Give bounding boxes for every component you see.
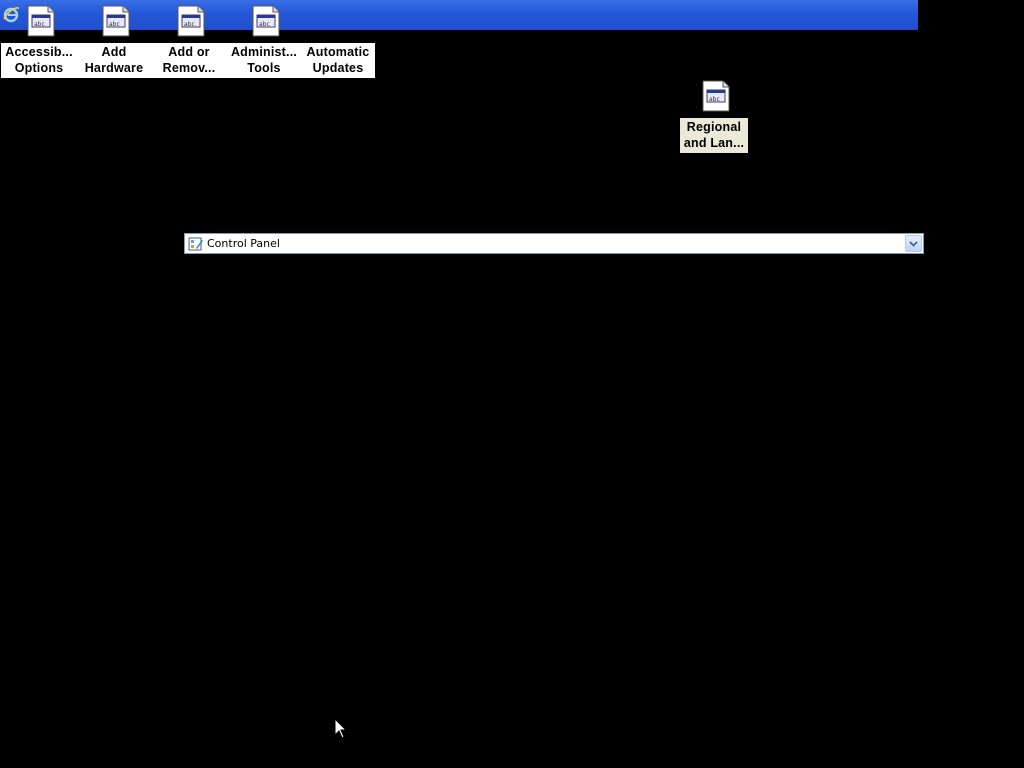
address-bar[interactable]: Control Panel — [184, 233, 924, 254]
item-label: Automatic Updates — [301, 43, 375, 78]
cpl-item-automatic-updates[interactable]: Automatic Updates — [301, 5, 375, 78]
svg-text:abc: abc — [184, 21, 195, 28]
cpl-item-administrative-tools[interactable]: abc Administ... Tools — [226, 5, 302, 78]
item-label: Add or Remov... — [151, 43, 227, 78]
cpl-item-accessibility-options[interactable]: abc Accessib... Options — [1, 5, 77, 78]
svg-text:abc: abc — [259, 21, 270, 28]
item-label: Administ... Tools — [226, 43, 302, 78]
applet-icon: abc — [702, 80, 730, 112]
svg-text:abc: abc — [709, 96, 720, 103]
dropdown-button[interactable] — [905, 235, 922, 252]
mouse-pointer-icon — [334, 718, 348, 739]
item-label: Add Hardware — [76, 43, 152, 78]
applet-icon: abc — [102, 5, 130, 37]
svg-text:abc: abc — [34, 21, 45, 28]
cpl-item-add-remove-programs[interactable]: abc Add or Remov... — [151, 5, 227, 78]
cpl-item-regional-and-language[interactable]: abc Regional and Lan... — [676, 80, 752, 153]
applet-icon: abc — [177, 5, 205, 37]
item-label: Regional and Lan... — [680, 118, 748, 153]
chevron-down-icon — [909, 241, 918, 247]
item-label: Accessib... Options — [1, 43, 77, 78]
applet-icon: abc — [27, 5, 55, 37]
cpl-item-add-hardware[interactable]: abc Add Hardware — [76, 5, 152, 78]
address-text: Control Panel — [207, 237, 280, 250]
control-panel-icon — [188, 237, 203, 251]
svg-text:abc: abc — [109, 21, 120, 28]
applet-icon: abc — [252, 5, 280, 37]
